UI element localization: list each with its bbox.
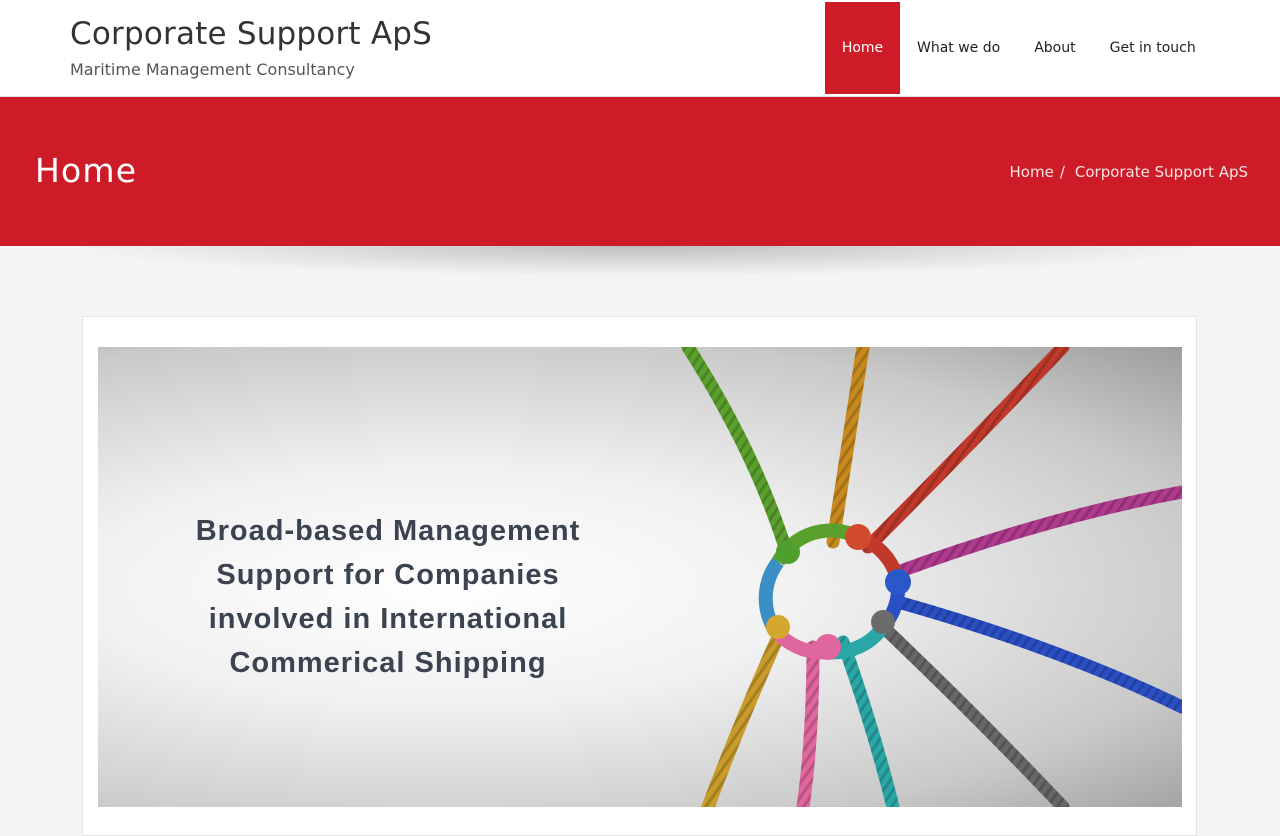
hero-line: Commerical Shipping — [229, 647, 547, 679]
nav-item-home[interactable]: Home — [825, 2, 900, 94]
site-title[interactable]: Corporate Support ApS — [70, 16, 432, 52]
nav-item-about[interactable]: About — [1017, 2, 1092, 94]
nav-item-what-we-do[interactable]: What we do — [900, 2, 1017, 94]
page-title-banner: Home Home / Corporate Support ApS — [0, 97, 1280, 246]
hero-line: Broad-based Management — [195, 515, 581, 547]
breadcrumb-separator: / — [1059, 163, 1065, 181]
main-nav: Home What we do About Get in touch — [825, 2, 1213, 94]
site-header: Corporate Support ApS Maritime Managemen… — [0, 0, 1280, 97]
breadcrumb: Home / Corporate Support ApS — [1010, 163, 1248, 181]
breadcrumb-home-link[interactable]: Home — [1010, 163, 1054, 181]
content-card: Broad-based Management Support for Compa… — [82, 316, 1197, 836]
hero-line: Support for Companies — [216, 559, 560, 591]
hero-line: involved in International — [208, 603, 568, 635]
hero-image: Broad-based Management Support for Compa… — [98, 347, 1182, 807]
banner-shadow — [80, 246, 1200, 276]
site-tagline: Maritime Management Consultancy — [70, 60, 355, 79]
breadcrumb-current: Corporate Support ApS — [1074, 163, 1248, 181]
page-title: Home — [35, 151, 138, 190]
hero-headline: Broad-based Management Support for Compa… — [168, 509, 608, 685]
nav-item-get-in-touch[interactable]: Get in touch — [1093, 2, 1213, 94]
